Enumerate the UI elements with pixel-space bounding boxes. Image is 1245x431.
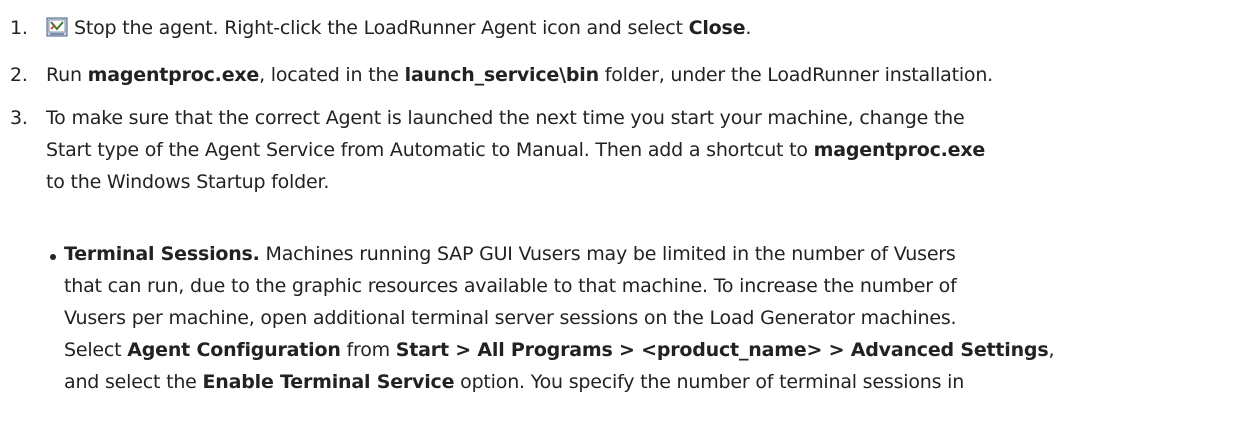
bullet-line-5-text-b: option. You specify the number of termin…	[454, 371, 965, 393]
enable-terminal-service-label: Enable Terminal Service	[202, 371, 455, 393]
step-text: To make sure that the correct Agent is l…	[46, 102, 1241, 198]
step-3-line-1: To make sure that the correct Agent is l…	[46, 107, 965, 129]
bullet-line-4: Select Agent Configuration from Start > …	[64, 334, 1242, 366]
magentproc-filename: magentproc.exe	[87, 64, 260, 86]
step-2-text-c: folder, under the LoadRunner installatio…	[598, 64, 994, 86]
menu-path: Start > All Programs > <product_name> > …	[395, 339, 1049, 361]
document-page: 1. Stop the agent. Right-click the LoadR…	[0, 0, 1245, 431]
bullet-title: Terminal Sessions.	[64, 243, 260, 265]
bullet-line-5-text-a: and select the	[64, 371, 203, 393]
step-number: 2.	[10, 64, 28, 86]
step-2-text-a: Run	[46, 64, 88, 86]
step-text: Run magentproc.exe, located in the launc…	[46, 59, 1241, 91]
bullet-terminal-sessions: Terminal Sessions. Machines running SAP …	[64, 238, 1242, 398]
magentproc-filename: magentproc.exe	[813, 139, 986, 161]
step-number: 3.	[10, 107, 28, 129]
step-1-text-b: .	[745, 17, 752, 39]
bullet-line-1-text: Machines running SAP GUI Vusers may be l…	[259, 243, 956, 265]
bullet-line-2: that can run, due to the graphic resourc…	[64, 275, 957, 297]
launch-service-folder: launch_service\bin	[404, 64, 599, 86]
bullet-line-5: and select the Enable Terminal Service o…	[64, 366, 1242, 398]
step-3-line-3: to the Windows Startup folder.	[46, 171, 330, 193]
step-text: Stop the agent. Right-click the LoadRunn…	[46, 12, 1241, 44]
bullet-dot	[50, 254, 56, 260]
close-menu-label: Close	[688, 17, 746, 39]
loadrunner-agent-icon	[46, 17, 68, 37]
step-2-text-b: , located in the	[259, 64, 405, 86]
agent-configuration-label: Agent Configuration	[127, 339, 341, 361]
bullet-line-1: Terminal Sessions. Machines running SAP …	[64, 238, 1242, 270]
bullet-line-4-text-c: ,	[1048, 339, 1055, 361]
bullet-line-4-text-a: Select	[64, 339, 128, 361]
step-3-line-2-text: Start type of the Agent Service from Aut…	[46, 139, 814, 161]
step-1-text-a: Stop the agent. Right-click the LoadRunn…	[74, 17, 689, 39]
bullet-line-4-text-b: from	[340, 339, 396, 361]
bullet-line-3: Vusers per machine, open additional term…	[64, 307, 957, 329]
step-3-line-2: Start type of the Agent Service from Aut…	[46, 134, 1241, 166]
step-number: 1.	[10, 17, 28, 39]
